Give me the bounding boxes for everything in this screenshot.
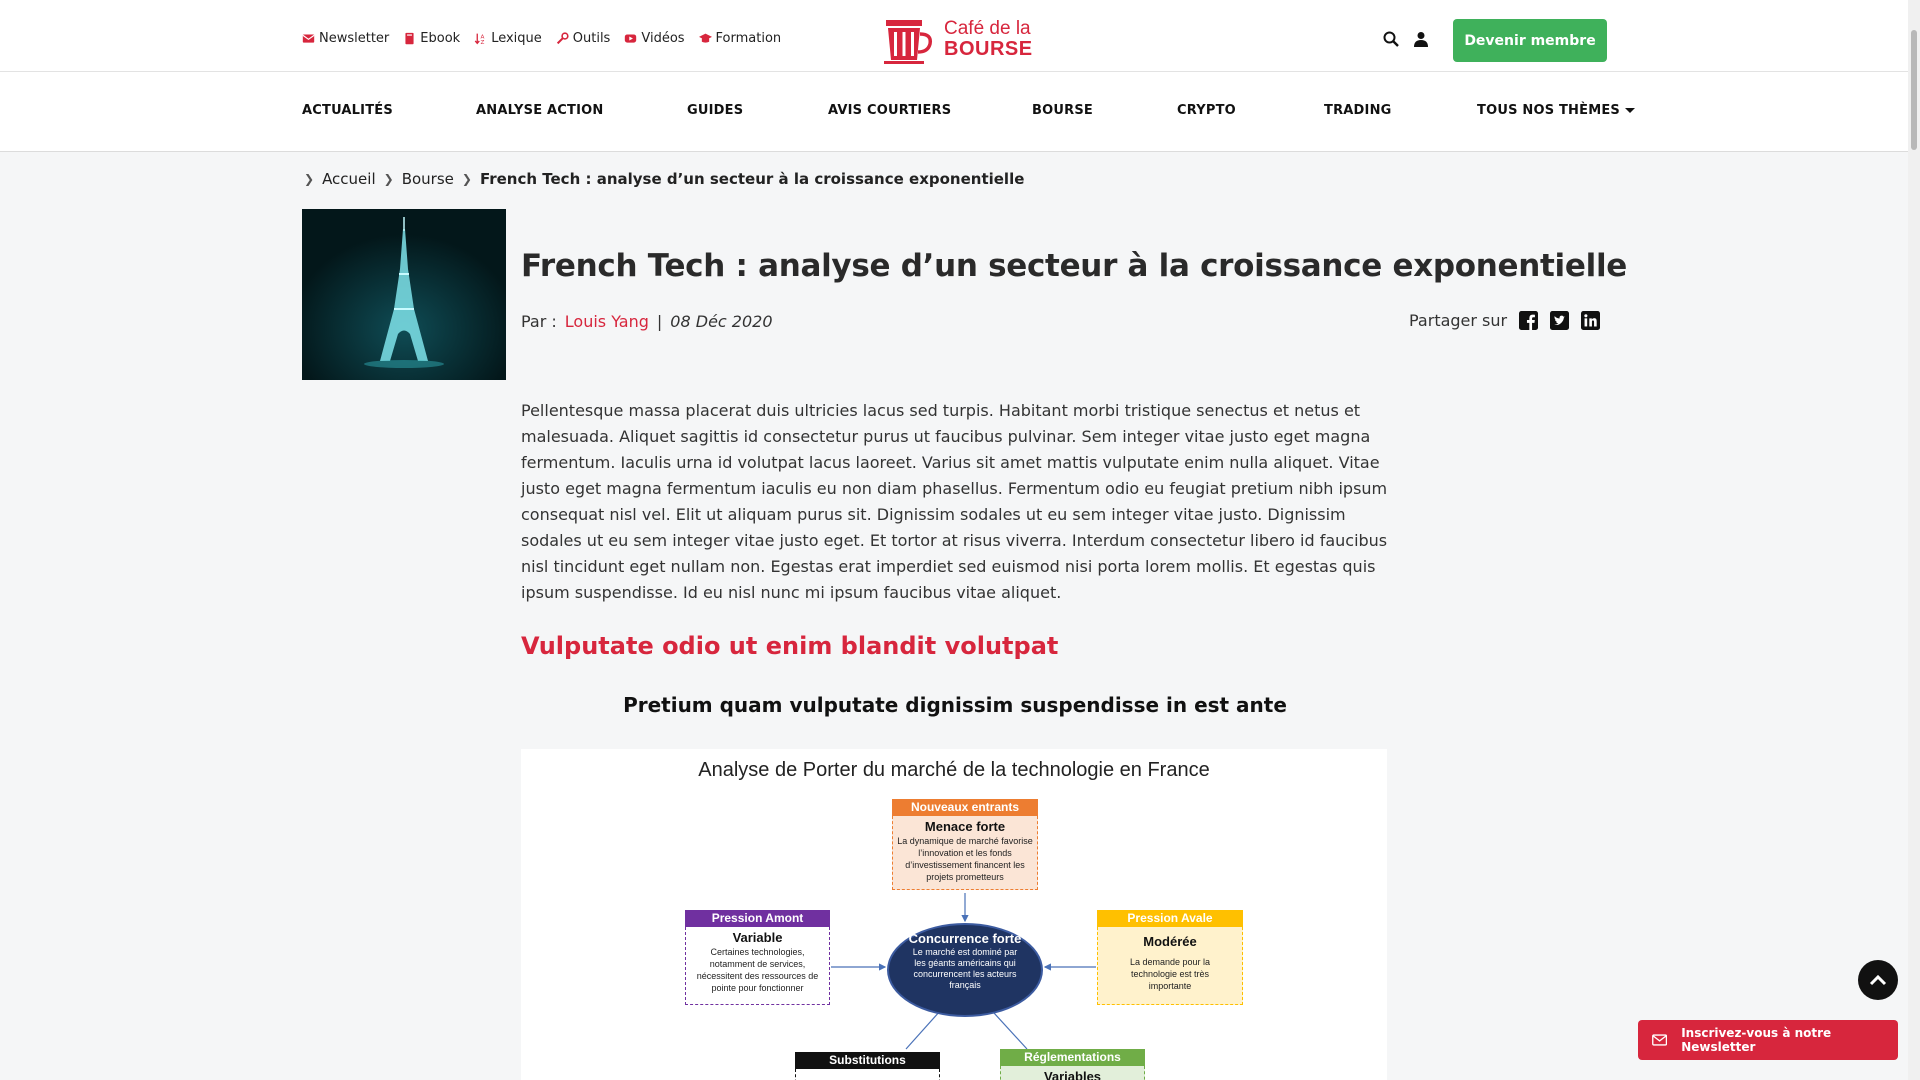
box-header: Pression Avale bbox=[1097, 910, 1243, 927]
eiffel-tower-image bbox=[302, 209, 506, 380]
nav-item-crypto[interactable]: CRYPTO bbox=[1177, 103, 1236, 118]
box-reglementations: Réglementations Variables bbox=[1000, 1049, 1145, 1080]
box-text: La demande pour la technologie est très … bbox=[1129, 957, 1211, 991]
nav-item-label: TOUS NOS THÈMES bbox=[1477, 103, 1620, 118]
article-paragraph: Pellentesque massa placerat duis ultrici… bbox=[521, 401, 1388, 602]
newsletter-signup-button[interactable]: Inscrivez-vous à notre Newsletter bbox=[1638, 1020, 1898, 1060]
box-header: Pression Amont bbox=[685, 910, 830, 927]
box-title: Modérée bbox=[1143, 934, 1197, 949]
box-text: La dynamique de marché favorise l’innova… bbox=[897, 836, 1033, 882]
top-link-label: Newsletter bbox=[319, 31, 390, 46]
nav-item-avis-courtiers[interactable]: AVIS COURTIERS bbox=[828, 103, 951, 118]
nav-item-tous-nos-themes[interactable]: TOUS NOS THÈMES bbox=[1477, 103, 1635, 118]
chevron-right-icon: ❯ bbox=[304, 172, 315, 186]
publish-date: 08 Déc 2020 bbox=[670, 312, 773, 331]
scroll-to-top-button[interactable] bbox=[1858, 960, 1898, 1000]
logo-line2: BOURSE bbox=[944, 38, 1033, 60]
article-meta: Par : Louis Yang | 08 Déc 2020 bbox=[521, 312, 773, 331]
chevron-up-icon bbox=[1869, 974, 1887, 986]
coffee-cup-logo-icon bbox=[884, 20, 933, 64]
breadcrumb-section[interactable]: Bourse bbox=[402, 170, 454, 188]
newsletter-signup-label: Inscrivez-vous à notre Newsletter bbox=[1681, 1026, 1832, 1054]
author-link[interactable]: Louis Yang bbox=[565, 312, 649, 331]
caret-down-icon bbox=[1625, 108, 1635, 113]
section-heading: Vulputate odio ut enim blandit volutpat bbox=[521, 632, 1059, 660]
breadcrumb: ❯ Accueil ❯ Bourse ❯ French Tech : analy… bbox=[302, 170, 1024, 188]
nav-item-analyse-action[interactable]: ANALYSE ACTION bbox=[476, 103, 603, 118]
sort-icon: AZ bbox=[474, 33, 485, 45]
top-link-videos[interactable]: Vidéos bbox=[624, 31, 685, 46]
top-link-label: Lexique bbox=[491, 31, 542, 46]
svg-text:Z: Z bbox=[481, 40, 485, 45]
breadcrumb-current: French Tech : analyse d’un secteur à la … bbox=[479, 170, 1025, 188]
ellipse-concurrence: Concurrence forte Le marché est dominé p… bbox=[887, 923, 1043, 1017]
nav-item-actualites[interactable]: ACTUALITÉS bbox=[302, 103, 393, 118]
logo-line1: Café de la bbox=[944, 18, 1031, 39]
search-icon bbox=[1383, 31, 1399, 47]
top-link-outils[interactable]: Outils bbox=[556, 31, 611, 46]
box-header: Réglementations bbox=[1000, 1049, 1145, 1066]
nav-item-trading[interactable]: TRADING bbox=[1324, 103, 1392, 118]
become-member-button[interactable]: Devenir membre bbox=[1453, 19, 1607, 62]
nav-item-bourse[interactable]: BOURSE bbox=[1032, 103, 1093, 118]
breadcrumb-home[interactable]: Accueil bbox=[322, 170, 376, 188]
chevron-right-icon: ❯ bbox=[383, 172, 394, 186]
twitter-icon[interactable] bbox=[1550, 311, 1570, 330]
linkedin-icon[interactable] bbox=[1581, 311, 1601, 330]
nav-item-guides[interactable]: GUIDES bbox=[687, 103, 743, 118]
book-icon bbox=[405, 32, 414, 45]
wrench-icon bbox=[556, 32, 569, 45]
top-link-label: Ebook bbox=[420, 31, 461, 46]
share-label: Partager sur bbox=[1409, 311, 1508, 330]
subsection-heading: Pretium quam vulputate dignissim suspend… bbox=[623, 693, 1287, 717]
box-nouveaux-entrants: Nouveaux entrants Menace forte La dynami… bbox=[892, 799, 1038, 890]
porter-diagram: Analyse de Porter du marché de la techno… bbox=[521, 749, 1387, 1080]
by-label: Par : bbox=[521, 312, 557, 331]
box-pression-avale: Pression Avale Modérée La demande pour l… bbox=[1097, 910, 1243, 1005]
box-header: Nouveaux entrants bbox=[892, 799, 1038, 816]
box-header: Substitutions bbox=[795, 1052, 940, 1069]
box-title: Variable bbox=[732, 930, 783, 945]
box-title: Variables bbox=[1043, 1069, 1102, 1080]
center-text: Le marché est dominé par les géants amér… bbox=[912, 947, 1018, 990]
scrollbar-thumb[interactable] bbox=[1911, 30, 1917, 150]
top-link-label: Outils bbox=[572, 31, 611, 46]
box-pression-amont: Pression Amont Variable Certaines techno… bbox=[685, 910, 830, 1005]
top-link-label: Formation bbox=[715, 31, 782, 46]
top-link-ebook[interactable]: Ebook bbox=[403, 31, 460, 46]
facebook-icon[interactable] bbox=[1519, 311, 1539, 330]
logo-wordmark: Café de la BOURSE bbox=[944, 18, 1033, 60]
top-link-lexique[interactable]: AZ Lexique bbox=[474, 31, 542, 46]
box-text: Certaines technologies, notamment de ser… bbox=[696, 947, 819, 993]
top-link-newsletter[interactable]: Newsletter bbox=[302, 31, 389, 46]
envelope-icon bbox=[1652, 1034, 1668, 1046]
utility-links: Newsletter Ebook AZ Lexique Outils Vidéo… bbox=[302, 31, 781, 46]
graduation-cap-icon bbox=[698, 33, 712, 43]
article-title: French Tech : analyse d’un secteur à la … bbox=[521, 248, 1627, 284]
user-icon bbox=[1414, 32, 1428, 47]
youtube-icon bbox=[625, 34, 637, 43]
search-button[interactable] bbox=[1383, 31, 1399, 51]
article-thumbnail bbox=[302, 209, 506, 380]
top-link-label: Vidéos bbox=[641, 31, 685, 46]
top-link-formation[interactable]: Formation bbox=[698, 31, 782, 46]
page-scrollbar[interactable] bbox=[1908, 0, 1920, 1080]
meta-divider: | bbox=[656, 312, 663, 331]
main-nav: ACTUALITÉS ANALYSE ACTION GUIDES AVIS CO… bbox=[0, 72, 1908, 152]
chevron-right-icon: ❯ bbox=[461, 172, 472, 186]
box-title: Menace forte bbox=[924, 819, 1006, 834]
account-button[interactable] bbox=[1413, 31, 1429, 51]
envelope-icon bbox=[302, 34, 315, 43]
site-logo[interactable]: Café de la BOURSE bbox=[878, 12, 1033, 66]
center-title: Concurrence forte bbox=[908, 931, 1022, 946]
box-substitutions: Substitutions bbox=[795, 1052, 940, 1080]
share-bar: Partager sur bbox=[1409, 311, 1601, 330]
top-bar: Newsletter Ebook AZ Lexique Outils Vidéo… bbox=[0, 0, 1908, 72]
